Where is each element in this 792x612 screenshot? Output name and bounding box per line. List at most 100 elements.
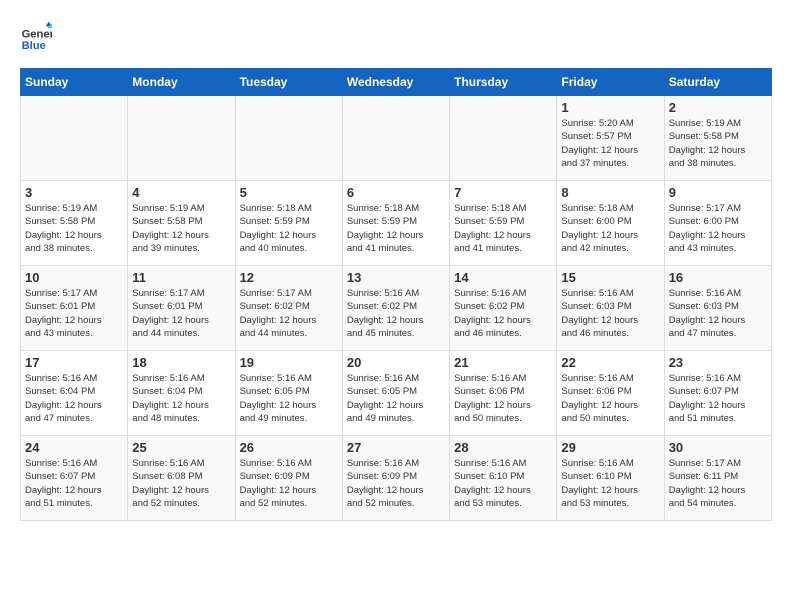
- header-day-tuesday: Tuesday: [235, 69, 342, 96]
- calendar-cell: [342, 96, 449, 181]
- calendar-cell: 20Sunrise: 5:16 AM Sunset: 6:05 PM Dayli…: [342, 351, 449, 436]
- calendar-cell: 23 Sunrise: 5:16 AM Sunset: 6:07 PM Dayli…: [664, 351, 771, 436]
- calendar-cell: 17 Sunrise: 5:16 AM Sunset: 6:04 PM Dayli…: [21, 351, 128, 436]
- calendar-cell: 21Sunrise: 5:16 AM Sunset: 6:06 PM Dayli…: [450, 351, 557, 436]
- calendar-cell: [128, 96, 235, 181]
- calendar-cell: 4 Sunrise: 5:19 AM Sunset: 5:58 PM Daylig…: [128, 181, 235, 266]
- calendar-cell: 18 Sunrise: 5:16 AM Sunset: 6:04 PM Dayli…: [128, 351, 235, 436]
- day-detail: Sunrise: 5:16 AM Sunset: 6:10 PM Dayligh…: [561, 457, 659, 510]
- calendar-cell: 15Sunrise: 5:16 AM Sunset: 6:03 PM Dayli…: [557, 266, 664, 351]
- header-day-friday: Friday: [557, 69, 664, 96]
- day-detail: Sunrise: 5:20 AM Sunset: 5:57 PM Dayligh…: [561, 117, 659, 170]
- day-number: 3: [25, 185, 123, 200]
- day-number: 6: [347, 185, 445, 200]
- calendar-cell: 19 Sunrise: 5:16 AM Sunset: 6:05 PM Dayli…: [235, 351, 342, 436]
- calendar-cell: 14Sunrise: 5:16 AM Sunset: 6:02 PM Dayli…: [450, 266, 557, 351]
- day-detail: Sunrise: 5:17 AM Sunset: 6:02 PM Dayligh…: [240, 287, 338, 340]
- day-number: 1: [561, 100, 659, 115]
- page-header: General Blue: [20, 20, 772, 52]
- day-detail: Sunrise: 5:17 AM Sunset: 6:01 PM Dayligh…: [132, 287, 230, 340]
- header-row: SundayMondayTuesdayWednesdayThursdayFrid…: [21, 69, 772, 96]
- calendar-cell: 11 Sunrise: 5:17 AM Sunset: 6:01 PM Dayli…: [128, 266, 235, 351]
- day-detail: Sunrise: 5:16 AM Sunset: 6:08 PM Dayligh…: [132, 457, 230, 510]
- day-number: 27: [347, 440, 445, 455]
- logo-icon: General Blue: [20, 20, 52, 52]
- day-number: 9: [669, 185, 767, 200]
- day-number: 24: [25, 440, 123, 455]
- week-row-0: 1 Sunrise: 5:20 AM Sunset: 5:57 PM Daylig…: [21, 96, 772, 181]
- day-detail: Sunrise: 5:16 AM Sunset: 6:07 PM Dayligh…: [25, 457, 123, 510]
- day-number: 29: [561, 440, 659, 455]
- week-row-2: 10 Sunrise: 5:17 AM Sunset: 6:01 PM Dayli…: [21, 266, 772, 351]
- calendar-cell: 16Sunrise: 5:16 AM Sunset: 6:03 PM Dayli…: [664, 266, 771, 351]
- day-detail: Sunrise: 5:16 AM Sunset: 6:05 PM Dayligh…: [240, 372, 338, 425]
- calendar-cell: [235, 96, 342, 181]
- day-detail: Sunrise: 5:16 AM Sunset: 6:09 PM Dayligh…: [240, 457, 338, 510]
- day-number: 7: [454, 185, 552, 200]
- day-detail: Sunrise: 5:19 AM Sunset: 5:58 PM Dayligh…: [25, 202, 123, 255]
- day-number: 17: [25, 355, 123, 370]
- day-detail: Sunrise: 5:16 AM Sunset: 6:03 PM Dayligh…: [669, 287, 767, 340]
- day-number: 5: [240, 185, 338, 200]
- day-number: 26: [240, 440, 338, 455]
- calendar-cell: 12 Sunrise: 5:17 AM Sunset: 6:02 PM Dayli…: [235, 266, 342, 351]
- calendar-table: SundayMondayTuesdayWednesdayThursdayFrid…: [20, 68, 772, 521]
- day-detail: Sunrise: 5:19 AM Sunset: 5:58 PM Dayligh…: [669, 117, 767, 170]
- header-day-sunday: Sunday: [21, 69, 128, 96]
- calendar-cell: 10 Sunrise: 5:17 AM Sunset: 6:01 PM Dayli…: [21, 266, 128, 351]
- day-number: 28: [454, 440, 552, 455]
- day-detail: Sunrise: 5:16 AM Sunset: 6:02 PM Dayligh…: [347, 287, 445, 340]
- day-detail: Sunrise: 5:16 AM Sunset: 6:09 PM Dayligh…: [347, 457, 445, 510]
- header-day-saturday: Saturday: [664, 69, 771, 96]
- day-number: 2: [669, 100, 767, 115]
- calendar-cell: 27 Sunrise: 5:16 AM Sunset: 6:09 PM Dayli…: [342, 436, 449, 521]
- header-day-wednesday: Wednesday: [342, 69, 449, 96]
- calendar-cell: 9Sunrise: 5:17 AM Sunset: 6:00 PM Daylig…: [664, 181, 771, 266]
- day-detail: Sunrise: 5:16 AM Sunset: 6:06 PM Dayligh…: [454, 372, 552, 425]
- calendar-cell: 1 Sunrise: 5:20 AM Sunset: 5:57 PM Daylig…: [557, 96, 664, 181]
- day-number: 4: [132, 185, 230, 200]
- day-detail: Sunrise: 5:17 AM Sunset: 6:01 PM Dayligh…: [25, 287, 123, 340]
- day-detail: Sunrise: 5:19 AM Sunset: 5:58 PM Dayligh…: [132, 202, 230, 255]
- calendar-cell: 6 Sunrise: 5:18 AM Sunset: 5:59 PM Daylig…: [342, 181, 449, 266]
- calendar-cell: 29 Sunrise: 5:16 AM Sunset: 6:10 PM Dayli…: [557, 436, 664, 521]
- day-number: 19: [240, 355, 338, 370]
- calendar-cell: 13Sunrise: 5:16 AM Sunset: 6:02 PM Dayli…: [342, 266, 449, 351]
- day-detail: Sunrise: 5:16 AM Sunset: 6:07 PM Dayligh…: [669, 372, 767, 425]
- day-number: 11: [132, 270, 230, 285]
- day-detail: Sunrise: 5:17 AM Sunset: 6:11 PM Dayligh…: [669, 457, 767, 510]
- day-number: 25: [132, 440, 230, 455]
- week-row-1: 3 Sunrise: 5:19 AM Sunset: 5:58 PM Daylig…: [21, 181, 772, 266]
- day-number: 14: [454, 270, 552, 285]
- calendar-cell: 22 Sunrise: 5:16 AM Sunset: 6:06 PM Dayli…: [557, 351, 664, 436]
- day-number: 22: [561, 355, 659, 370]
- day-detail: Sunrise: 5:16 AM Sunset: 6:06 PM Dayligh…: [561, 372, 659, 425]
- header-day-thursday: Thursday: [450, 69, 557, 96]
- calendar-body: 1 Sunrise: 5:20 AM Sunset: 5:57 PM Daylig…: [21, 96, 772, 521]
- day-number: 10: [25, 270, 123, 285]
- day-detail: Sunrise: 5:18 AM Sunset: 5:59 PM Dayligh…: [347, 202, 445, 255]
- calendar-cell: 3 Sunrise: 5:19 AM Sunset: 5:58 PM Daylig…: [21, 181, 128, 266]
- day-detail: Sunrise: 5:16 AM Sunset: 6:03 PM Dayligh…: [561, 287, 659, 340]
- calendar-cell: 5Sunrise: 5:18 AM Sunset: 5:59 PM Daylig…: [235, 181, 342, 266]
- calendar-cell: 7 Sunrise: 5:18 AM Sunset: 5:59 PM Daylig…: [450, 181, 557, 266]
- svg-text:General: General: [22, 29, 52, 41]
- day-number: 23: [669, 355, 767, 370]
- week-row-3: 17 Sunrise: 5:16 AM Sunset: 6:04 PM Dayli…: [21, 351, 772, 436]
- calendar-cell: [450, 96, 557, 181]
- calendar-cell: 30 Sunrise: 5:17 AM Sunset: 6:11 PM Dayli…: [664, 436, 771, 521]
- calendar-cell: 28Sunrise: 5:16 AM Sunset: 6:10 PM Dayli…: [450, 436, 557, 521]
- day-detail: Sunrise: 5:16 AM Sunset: 6:04 PM Dayligh…: [132, 372, 230, 425]
- week-row-4: 24 Sunrise: 5:16 AM Sunset: 6:07 PM Dayli…: [21, 436, 772, 521]
- day-number: 30: [669, 440, 767, 455]
- svg-text:Blue: Blue: [22, 40, 46, 52]
- day-detail: Sunrise: 5:16 AM Sunset: 6:04 PM Dayligh…: [25, 372, 123, 425]
- day-number: 18: [132, 355, 230, 370]
- calendar-cell: [21, 96, 128, 181]
- calendar-cell: 26 Sunrise: 5:16 AM Sunset: 6:09 PM Dayli…: [235, 436, 342, 521]
- logo: General Blue: [20, 20, 52, 52]
- day-number: 12: [240, 270, 338, 285]
- calendar-cell: 8Sunrise: 5:18 AM Sunset: 6:00 PM Daylig…: [557, 181, 664, 266]
- day-detail: Sunrise: 5:18 AM Sunset: 5:59 PM Dayligh…: [454, 202, 552, 255]
- header-day-monday: Monday: [128, 69, 235, 96]
